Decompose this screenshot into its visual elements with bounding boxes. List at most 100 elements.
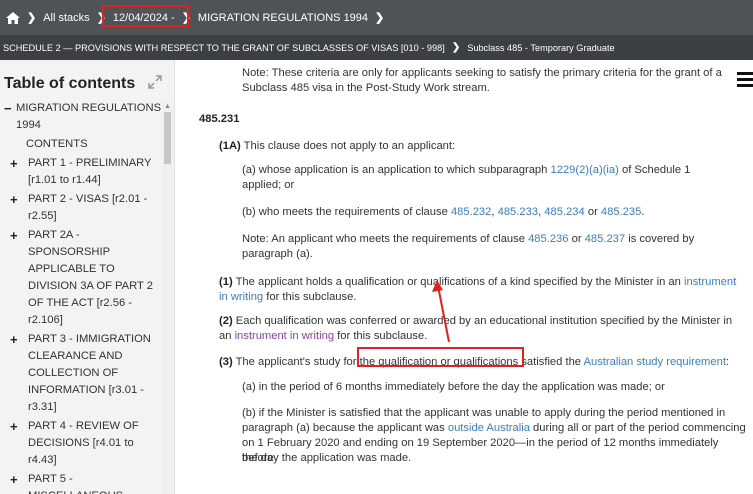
- link-485-236[interactable]: 485.236: [528, 233, 568, 245]
- hamburger-bar: [737, 78, 753, 81]
- hamburger-bar: [737, 72, 753, 75]
- clause-3-b: (b) if the Minister is satisfied that th…: [242, 407, 726, 419]
- section-heading: 485.231: [199, 113, 240, 125]
- clause-text: The applicant holds a qualification or q…: [232, 276, 684, 288]
- toc-item-part-1[interactable]: + PART 1 - PRELIMINARY [r1.01 to r1.44]: [0, 155, 162, 189]
- clause-text: paragraph (a) because the applicant was: [242, 422, 448, 434]
- toc-item-contents[interactable]: CONTENTS: [0, 136, 162, 153]
- clause-text: during all or part of the period commenc…: [529, 422, 746, 434]
- link-485-235[interactable]: 485.235: [601, 206, 641, 218]
- breadcrumb-subclass-485[interactable]: Subclass 485 - Temporary Graduate: [467, 43, 614, 53]
- toc-item-label: PART 5 - MISCELLANEOUS: [28, 473, 123, 494]
- toc-item-label: PART 3 - IMMIGRATION CLEARANCE AND COLLE…: [28, 333, 151, 413]
- clause-text: The applicant's study for: [232, 356, 360, 368]
- clause-1a-a-cont: applied; or: [242, 179, 295, 191]
- note-2-cont: paragraph (a).: [242, 248, 313, 260]
- link-1229[interactable]: 1229(2)(a)(ia): [550, 164, 618, 176]
- toc-item-part-4[interactable]: + PART 4 - REVIEW OF DECISIONS [r4.01 to…: [0, 418, 162, 469]
- clause-2-cont: an instrument in writing for this subcla…: [219, 329, 427, 344]
- clause-text: or: [584, 206, 601, 218]
- scroll-up-arrow-icon[interactable]: ▲: [164, 103, 171, 110]
- toc-list: − MIGRATION REGULATIONS 1994 CONTENTS + …: [0, 100, 162, 494]
- link-485-234[interactable]: 485.234: [544, 206, 584, 218]
- annotation-box-qualification: [357, 347, 524, 367]
- breadcrumb-schedule-2[interactable]: SCHEDULE 2 — PROVISIONS WITH RESPECT TO …: [3, 43, 445, 53]
- expand-plus-icon[interactable]: +: [10, 331, 18, 348]
- link-outside-australia[interactable]: outside Australia: [448, 422, 530, 434]
- document-content: Note: These criteria are only for applic…: [176, 60, 753, 494]
- toc-title: Table of contents: [4, 75, 136, 92]
- toc-item-label: PART 1 - PRELIMINARY [r1.01 to r1.44]: [28, 157, 152, 186]
- clause-text: satisfied the: [518, 356, 584, 368]
- clause-text: for this subclause.: [334, 330, 428, 342]
- expand-icon[interactable]: [146, 73, 164, 91]
- clause-text: Each qualification was conferred or awar…: [232, 315, 733, 327]
- clause-label: (3): [219, 356, 233, 368]
- clause-text: (b) who meets the requirements of clause: [242, 206, 451, 218]
- clause-3-a: (a) in the period of 6 months immediatel…: [242, 381, 665, 393]
- expand-plus-icon[interactable]: +: [10, 191, 18, 208]
- clause-1-cont: in writing for this subclause.: [219, 290, 356, 305]
- breadcrumb-all-stacks[interactable]: All stacks: [43, 12, 89, 24]
- clause-2: (2) Each qualification was conferred or …: [219, 314, 732, 329]
- hamburger-bar: [737, 84, 753, 87]
- scrollbar-thumb[interactable]: [164, 112, 171, 164]
- link-485-237[interactable]: 485.237: [585, 233, 625, 245]
- chevron-right-icon: ❯: [451, 42, 461, 53]
- toc-item-migration-regulations[interactable]: − MIGRATION REGULATIONS 1994: [0, 100, 162, 134]
- clause-text: for this subclause.: [263, 291, 357, 303]
- top-breadcrumb-bar: ❯ All stacks ❯ 12/04/2024 - ❯ MIGRATION …: [0, 0, 753, 35]
- toc-item-label: PART 2 - VISAS [r2.01 - r2.55]: [28, 193, 148, 222]
- clause-1: (1) The applicant holds a qualification …: [219, 275, 736, 290]
- home-icon[interactable]: [6, 11, 20, 24]
- note-text: Note: An applicant who meets the require…: [242, 233, 529, 245]
- note-2: Note: An applicant who meets the require…: [242, 232, 694, 247]
- link-485-233[interactable]: 485.233: [498, 206, 538, 218]
- expand-plus-icon[interactable]: +: [10, 418, 18, 435]
- clause-1a-b: (b) who meets the requirements of clause…: [242, 206, 645, 218]
- clause-label: (2): [219, 315, 233, 327]
- clause-label: (1): [219, 276, 233, 288]
- note-line: Subclass 485 visa in the Post-Study Work…: [242, 82, 490, 94]
- clause-3-b-cont: the day the application was made.: [242, 452, 412, 464]
- sub-breadcrumb-bar: SCHEDULE 2 — PROVISIONS WITH RESPECT TO …: [0, 35, 753, 60]
- clause-text: .: [641, 206, 645, 218]
- clause-text: (a) whose application is an application …: [242, 164, 551, 176]
- toc-item-part-2a[interactable]: + PART 2A - SPONSORSHIP APPLICABLE TO DI…: [0, 227, 162, 329]
- breadcrumb-migration-regulations[interactable]: MIGRATION REGULATIONS 1994: [198, 12, 368, 24]
- toc-item-part-3[interactable]: + PART 3 - IMMIGRATION CLEARANCE AND COL…: [0, 331, 162, 416]
- toc-item-label: PART 2A - SPONSORSHIP APPLICABLE TO DIVI…: [28, 229, 153, 326]
- clause-text: This clause does not apply to an applica…: [240, 140, 456, 152]
- clause-text: of Schedule 1: [618, 164, 691, 176]
- link-in-writing[interactable]: in writing: [219, 291, 263, 303]
- clause-text: an: [219, 330, 235, 342]
- expand-plus-icon[interactable]: +: [10, 227, 18, 244]
- note-text: or: [568, 233, 585, 245]
- annotation-box-date: [102, 5, 189, 27]
- note-line: Note: These criteria are only for applic…: [242, 67, 722, 79]
- clause-label: (1A): [219, 140, 241, 152]
- toc-item-part-5[interactable]: + PART 5 - MISCELLANEOUS: [0, 471, 162, 494]
- table-of-contents-sidebar: Table of contents − MIGRATION REGULATION…: [0, 60, 175, 494]
- breadcrumb: ❯ All stacks ❯ 12/04/2024 - ❯ MIGRATION …: [6, 11, 391, 24]
- collapse-icon[interactable]: −: [4, 100, 12, 117]
- link-485-232[interactable]: 485.232: [451, 206, 491, 218]
- toc-item-label: PART 4 - REVIEW OF DECISIONS [r4.01 to r…: [28, 420, 139, 466]
- clause-text: :: [725, 356, 730, 368]
- clause-1a: (1A) This clause does not apply to an ap…: [219, 139, 455, 154]
- clause-3-b-cont: paragraph (a) because the applicant was …: [242, 421, 746, 436]
- chevron-right-icon: ❯: [27, 12, 37, 24]
- note-text: is covered by: [625, 233, 695, 245]
- link-instrument[interactable]: instrument: [684, 276, 736, 288]
- expand-plus-icon[interactable]: +: [10, 155, 18, 172]
- toc-item-part-2[interactable]: + PART 2 - VISAS [r2.01 - r2.55]: [0, 191, 162, 225]
- chevron-right-icon: ❯: [375, 12, 385, 24]
- hamburger-menu-icon[interactable]: [734, 70, 753, 90]
- toc-item-label: CONTENTS: [26, 138, 88, 150]
- link-australian-study-requirement[interactable]: Australian study requirement: [584, 356, 726, 368]
- sub-breadcrumb: SCHEDULE 2 — PROVISIONS WITH RESPECT TO …: [3, 42, 615, 53]
- toc-item-label: MIGRATION REGULATIONS 1994: [16, 102, 162, 131]
- link-instrument-in-writing[interactable]: instrument in writing: [235, 330, 334, 342]
- expand-plus-icon[interactable]: +: [10, 471, 18, 488]
- clause-1a-a: (a) whose application is an application …: [242, 163, 690, 178]
